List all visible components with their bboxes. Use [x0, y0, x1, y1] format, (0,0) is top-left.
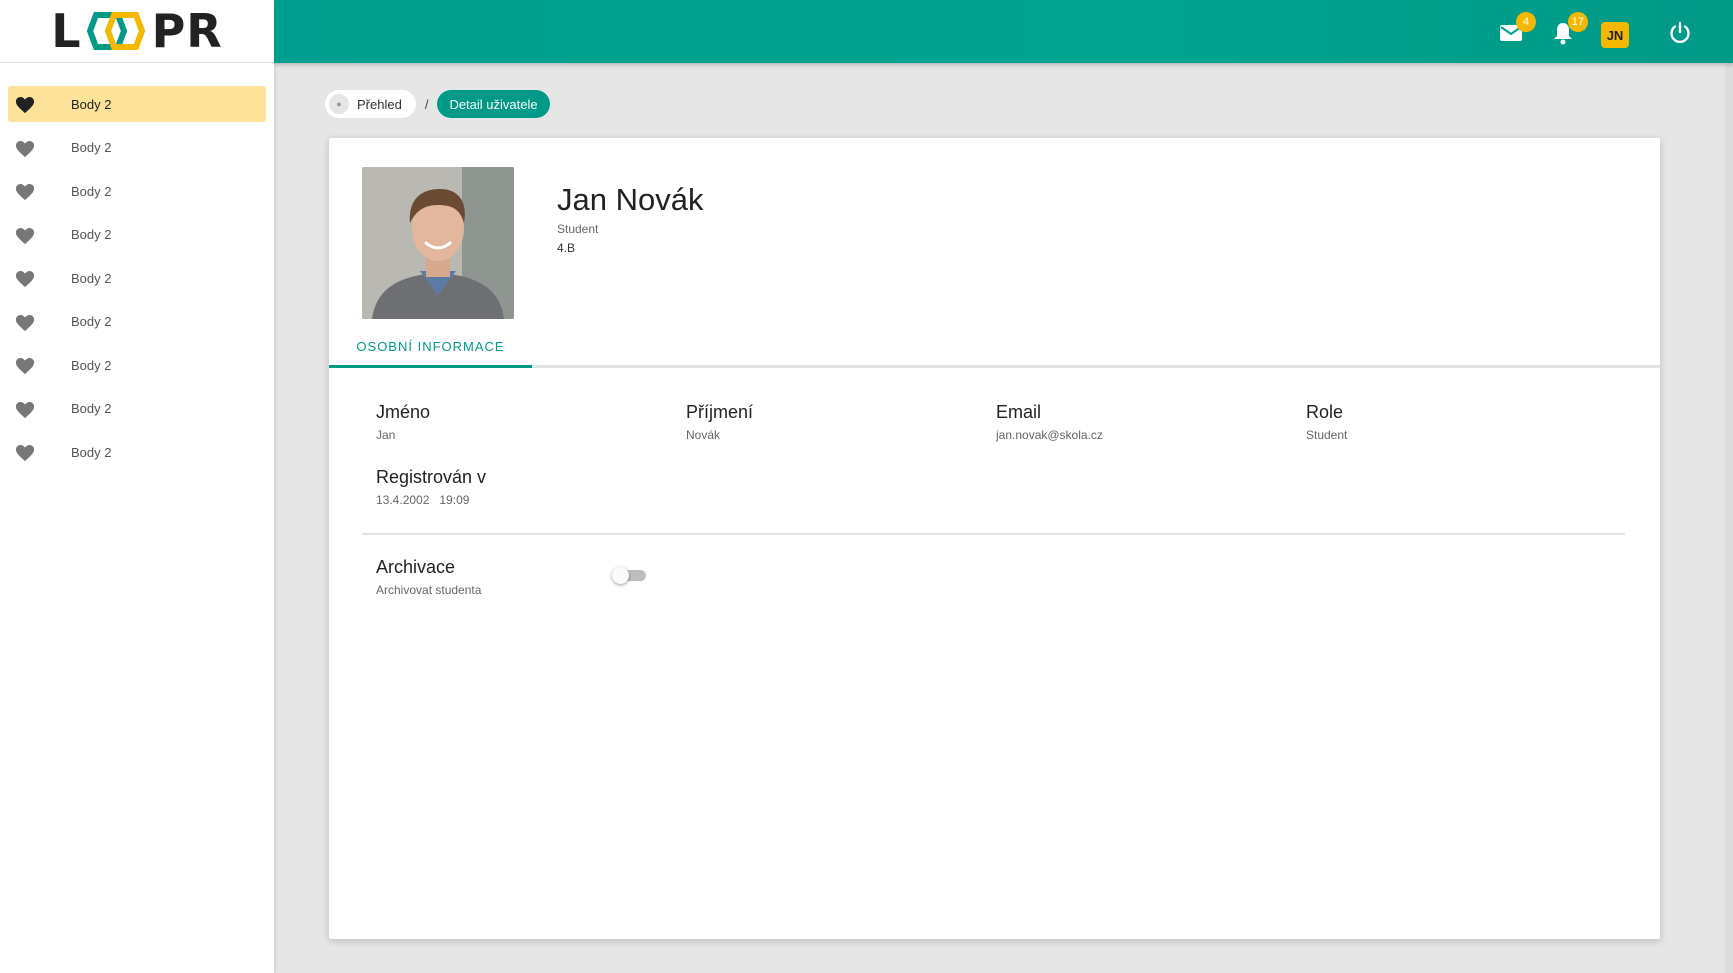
sidebar-item-label: Body 2 — [71, 227, 112, 242]
field-label: Role — [1306, 402, 1344, 422]
page-scrollbar[interactable] — [1725, 63, 1733, 973]
sidebar-item-label: Body 2 — [71, 444, 112, 460]
app-root: L PR Body 2 Body 2 Body 2 Body 2 Body 2 … — [0, 0, 1733, 973]
sidebar-item-1[interactable]: Body 2 — [8, 86, 266, 122]
heart-icon — [15, 227, 35, 244]
logo-bar: L PR — [0, 0, 274, 63]
field-value: Novák — [686, 428, 721, 442]
breadcrumb-current[interactable]: Detail uživatele — [437, 90, 550, 118]
power-icon — [1670, 21, 1690, 44]
sidebar-item-7[interactable]: Body 2 — [8, 347, 266, 383]
sidebar-item-label: Body 2 — [71, 96, 112, 112]
field-value: Jan — [376, 428, 396, 442]
field-registered: Registrován v 13.4.2002 19:09 — [376, 467, 486, 507]
heart-icon — [15, 445, 35, 462]
app-logo[interactable]: L PR — [51, 4, 222, 58]
sidebar-item-5[interactable]: Body 2 — [8, 260, 266, 296]
field-value: jan.novak@skola.cz — [996, 428, 1103, 442]
sidebar-item-label: Body 2 — [71, 140, 112, 155]
field-label: Příjmení — [686, 402, 754, 422]
mail-badge: 4 — [1516, 12, 1536, 32]
tab-bar: OSOBNÍ INFORMACE — [329, 328, 1660, 368]
field-label: Jméno — [376, 402, 431, 422]
sidebar-item-9[interactable]: Body 2 — [8, 434, 266, 470]
breadcrumb-home-label: Přehled — [357, 96, 402, 112]
user-detail-card: Jan Novák Student 4.B OSOBNÍ INFORMACE J… — [329, 138, 1660, 939]
sidebar-item-label: Body 2 — [71, 357, 112, 373]
heart-icon — [15, 358, 35, 375]
sidebar-item-label: Body 2 — [71, 401, 112, 416]
notifications-button[interactable]: 17 — [1548, 12, 1588, 48]
field-email: Email jan.novak@skola.cz — [996, 402, 1103, 442]
archive-section: Archivace Archivovat studenta — [376, 557, 481, 597]
archive-description: Archivovat studenta — [376, 583, 482, 597]
heart-icon — [15, 401, 35, 418]
heart-icon — [15, 140, 35, 157]
heart-icon — [15, 97, 35, 114]
sidebar-item-label: Body 2 — [71, 314, 112, 329]
user-avatar[interactable]: JN — [1601, 22, 1629, 48]
sidebar-item-3[interactable]: Body 2 — [8, 173, 266, 209]
field-value: 13.4.2002 19:09 — [376, 493, 470, 507]
profile-class: 4.B — [557, 241, 576, 255]
sidebar-item-label: Body 2 — [71, 270, 112, 286]
heart-icon — [15, 271, 35, 288]
field-label: Registrován v — [376, 467, 487, 487]
home-icon: ● — [329, 94, 349, 114]
section-divider — [362, 533, 1625, 535]
logout-button[interactable] — [1665, 18, 1695, 48]
sidebar-item-2[interactable]: Body 2 — [8, 130, 266, 166]
mail-button[interactable]: 4 — [1496, 12, 1536, 48]
top-bar: 4 17 JN — [274, 0, 1733, 63]
sidebar-nav: Body 2 Body 2 Body 2 Body 2 Body 2 Body … — [0, 63, 274, 470]
sidebar-item-8[interactable]: Body 2 — [8, 391, 266, 427]
toggle-knob — [612, 567, 629, 584]
heart-icon — [15, 314, 35, 331]
field-label: Email — [996, 402, 1042, 422]
sidebar-item-label: Body 2 — [71, 183, 112, 199]
profile-photo — [362, 167, 514, 319]
archive-label: Archivace — [376, 557, 456, 577]
sidebar: L PR Body 2 Body 2 Body 2 Body 2 Body 2 … — [0, 0, 274, 973]
field-value: Student — [1306, 428, 1348, 442]
heart-icon — [15, 184, 35, 201]
breadcrumb-home[interactable]: ● Přehled — [325, 90, 416, 118]
breadcrumb-separator: / — [424, 96, 429, 112]
archive-toggle[interactable] — [612, 567, 646, 584]
person-photo-icon — [362, 167, 514, 319]
field-last-name: Příjmení Novák — [686, 402, 753, 442]
breadcrumb: ● Přehled / Detail uživatele — [325, 90, 550, 118]
profile-name: Jan Novák — [557, 182, 704, 217]
notifications-badge: 17 — [1567, 12, 1588, 32]
logo-text-right: PR — [151, 4, 223, 58]
logo-chain-icon — [86, 12, 145, 50]
profile-role: Student — [557, 222, 599, 236]
sidebar-item-6[interactable]: Body 2 — [8, 304, 266, 340]
field-first-name: Jméno Jan — [376, 402, 430, 442]
logo-text-left: L — [51, 4, 82, 58]
field-role: Role Student — [1306, 402, 1347, 442]
sidebar-item-4[interactable]: Body 2 — [8, 217, 266, 253]
tab-personal-info[interactable]: OSOBNÍ INFORMACE — [329, 328, 532, 368]
